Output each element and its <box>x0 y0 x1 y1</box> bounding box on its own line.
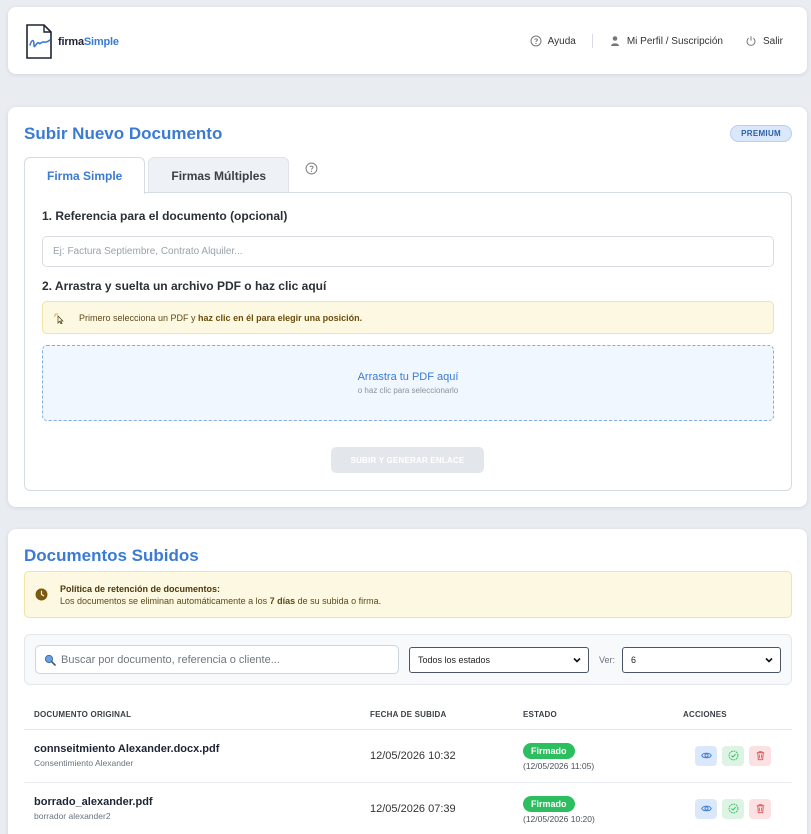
check-badge-icon <box>728 803 738 814</box>
dropzone-main-text: Arrastra tu PDF aquí <box>357 371 459 383</box>
top-navigation: Ayuda Mi Perfil / Suscripción Salir <box>530 34 783 48</box>
premium-badge: PREMIUM <box>730 125 792 142</box>
view-button[interactable] <box>695 798 717 819</box>
logout-link[interactable]: Salir <box>745 35 783 47</box>
help-circle-icon <box>530 35 542 47</box>
app-logo[interactable]: firmaSimple <box>24 23 119 61</box>
profile-label: Mi Perfil / Suscripción <box>626 35 723 47</box>
column-header-upload-date: FECHA DE SUBIDA <box>370 701 523 730</box>
filters-bar: Todos los estados Ver: 6 <box>24 634 792 685</box>
view-button[interactable] <box>695 745 717 766</box>
retention-policy-notice: Política de retención de documentos: Los… <box>24 571 792 618</box>
status-cell: Firmado (12/05/2026 11:05) <box>523 729 683 783</box>
upload-card: Subir Nuevo Documento PREMIUM Firma Simp… <box>8 107 807 507</box>
pdf-dropzone[interactable]: Arrastra tu PDF aquí o haz clic para sel… <box>42 345 774 421</box>
status-filter-value: Todos los estados <box>418 655 491 665</box>
chevron-down-icon <box>573 657 581 663</box>
document-cell: borrado_alexander.pdf borrador alexander… <box>24 782 370 834</box>
document-name: borrado_alexander.pdf <box>34 796 153 808</box>
per-page-label: Ver: <box>599 655 616 665</box>
document-cell: connseitmiento Alexander.docx.pdf Consen… <box>24 729 370 783</box>
logo-wordmark: firmaSimple <box>58 36 119 48</box>
trash-icon <box>756 804 764 814</box>
reference-input[interactable] <box>42 236 774 267</box>
search-input[interactable] <box>61 653 381 666</box>
check-badge-icon <box>728 750 738 761</box>
document-reference: borrador alexander2 <box>34 811 111 821</box>
help-link[interactable]: Ayuda <box>530 35 576 47</box>
search-icon <box>44 654 56 666</box>
actions-cell <box>683 782 792 834</box>
document-signature-icon <box>26 24 52 59</box>
policy-text: Política de retención de documentos: Los… <box>60 583 381 607</box>
per-page-value: 6 <box>631 655 637 665</box>
column-header-document: DOCUMENTO ORIGINAL <box>24 701 370 730</box>
dropzone-sub-text: o haz clic para seleccionarlo <box>357 386 459 395</box>
search-box[interactable] <box>35 645 399 674</box>
documents-table: DOCUMENTO ORIGINAL FECHA DE SUBIDA ESTAD… <box>24 701 792 834</box>
hint-text: Primero selecciona un PDF y haz clic en … <box>79 312 363 323</box>
policy-body: Los documentos se eliminan automáticamen… <box>60 595 382 606</box>
upload-generate-link-button[interactable]: SUBIR Y GENERAR ENLACE <box>331 447 484 473</box>
table-row: connseitmiento Alexander.docx.pdf Consen… <box>24 729 792 783</box>
upload-date: 12/05/2026 07:39 <box>370 782 523 834</box>
per-page-select[interactable]: 6 <box>622 647 781 673</box>
column-header-actions: ACCIONES <box>683 701 792 730</box>
document-reference: Consentimiento Alexander <box>34 758 134 768</box>
status-date: (12/05/2026 10:20) <box>523 813 595 824</box>
logout-label: Salir <box>762 35 783 47</box>
status-cell: Firmado (12/05/2026 10:20) <box>523 782 683 834</box>
step2-label: 2. Arrastra y suelta un archivo PDF o ha… <box>42 279 327 293</box>
delete-button[interactable] <box>749 745 771 766</box>
eye-icon <box>700 805 712 812</box>
pointer-click-icon <box>53 312 65 324</box>
status-date: (12/05/2026 11:05) <box>523 760 595 771</box>
tab-firmas-multiples[interactable]: Firmas Múltiples <box>148 157 290 193</box>
tab-firma-simple[interactable]: Firma Simple <box>24 157 146 194</box>
nav-divider <box>591 34 593 48</box>
tab-panel-firma-simple: 1. Referencia para el documento (opciona… <box>24 192 792 491</box>
status-filter-select[interactable]: Todos los estados <box>409 647 589 673</box>
profile-link[interactable]: Mi Perfil / Suscripción <box>609 35 723 47</box>
help-circle-icon[interactable] <box>305 162 318 180</box>
documents-card: Documentos Subidos Política de retención… <box>8 529 807 834</box>
status-badge: Firmado <box>523 795 575 812</box>
app-header: firmaSimple Ayuda Mi Perfil / Suscripció… <box>8 7 807 74</box>
status-badge: Firmado <box>523 742 575 759</box>
column-header-status: ESTADO <box>523 701 683 730</box>
table-row: borrado_alexander.pdf borrador alexander… <box>24 782 792 834</box>
verify-button[interactable] <box>722 798 744 819</box>
help-label: Ayuda <box>547 35 576 47</box>
policy-title: Política de retención de documentos: <box>60 583 221 594</box>
step1-label: 1. Referencia para el documento (opciona… <box>42 209 288 223</box>
documents-title: Documentos Subidos <box>24 546 199 565</box>
trash-icon <box>756 751 764 761</box>
verify-button[interactable] <box>722 745 744 766</box>
upload-tabs: Firma Simple Firmas Múltiples <box>24 157 318 194</box>
upload-title: Subir Nuevo Documento <box>24 124 223 143</box>
actions-cell <box>683 729 792 783</box>
delete-button[interactable] <box>749 798 771 819</box>
chevron-down-icon <box>765 657 773 663</box>
table-header-row: DOCUMENTO ORIGINAL FECHA DE SUBIDA ESTAD… <box>24 701 792 730</box>
upload-date: 12/05/2026 10:32 <box>370 729 523 783</box>
document-name: connseitmiento Alexander.docx.pdf <box>34 743 220 755</box>
eye-icon <box>700 752 712 759</box>
clock-icon <box>35 588 48 601</box>
power-icon <box>746 36 756 46</box>
user-icon <box>610 36 619 46</box>
position-hint: Primero selecciona un PDF y haz clic en … <box>42 301 774 334</box>
